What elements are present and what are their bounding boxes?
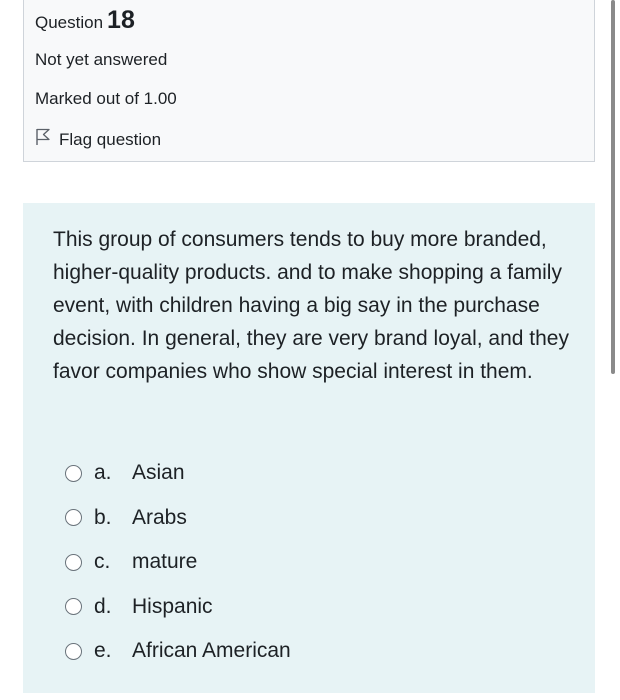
answer-option[interactable]: b. Arabs xyxy=(65,496,291,541)
answer-label: Arabs xyxy=(132,505,187,529)
answer-label: mature xyxy=(132,550,198,574)
question-label: Question xyxy=(35,13,104,32)
answer-radio[interactable] xyxy=(65,642,82,660)
answer-radio[interactable] xyxy=(65,553,82,571)
quiz-page: Question 18 Not yet answered Marked out o… xyxy=(0,0,620,700)
answer-option[interactable]: d. Hispanic xyxy=(65,585,291,630)
question-grade: Marked out of 1.00 xyxy=(35,89,177,108)
question-text: This group of consumers tends to buy mor… xyxy=(53,228,569,383)
answer-letter: a. xyxy=(94,461,112,485)
answer-label: African American xyxy=(132,639,291,663)
question-number: 18 xyxy=(107,6,135,34)
question-info-panel: Question 18 Not yet answered Marked out o… xyxy=(23,0,595,162)
answer-option[interactable]: c. mature xyxy=(65,540,291,585)
answer-radio[interactable] xyxy=(65,464,82,482)
answer-letter: b. xyxy=(94,505,112,529)
question-state: Not yet answered xyxy=(35,50,168,69)
flag-question-label: Flag question xyxy=(59,129,162,149)
answer-label: Asian xyxy=(132,461,185,485)
answer-letter: c. xyxy=(94,550,111,574)
flag-icon xyxy=(35,128,59,151)
answer-radio[interactable] xyxy=(65,509,82,527)
answer-option[interactable]: e. African American xyxy=(65,629,291,674)
answer-radio[interactable] xyxy=(65,598,82,616)
flag-question-button[interactable]: Flag question xyxy=(35,128,161,151)
scrollbar[interactable] xyxy=(611,0,615,374)
question-content: This group of consumers tends to buy mor… xyxy=(23,203,595,693)
answer-letter: d. xyxy=(94,594,112,618)
answer-list: a. Asian b. Arabs c. mature d. Hispanic e. Africa… xyxy=(65,451,291,674)
answer-option[interactable]: a. Asian xyxy=(65,451,291,496)
answer-letter: e. xyxy=(94,639,112,663)
question-heading: Question 18 xyxy=(35,6,135,35)
answer-label: Hispanic xyxy=(132,594,213,618)
